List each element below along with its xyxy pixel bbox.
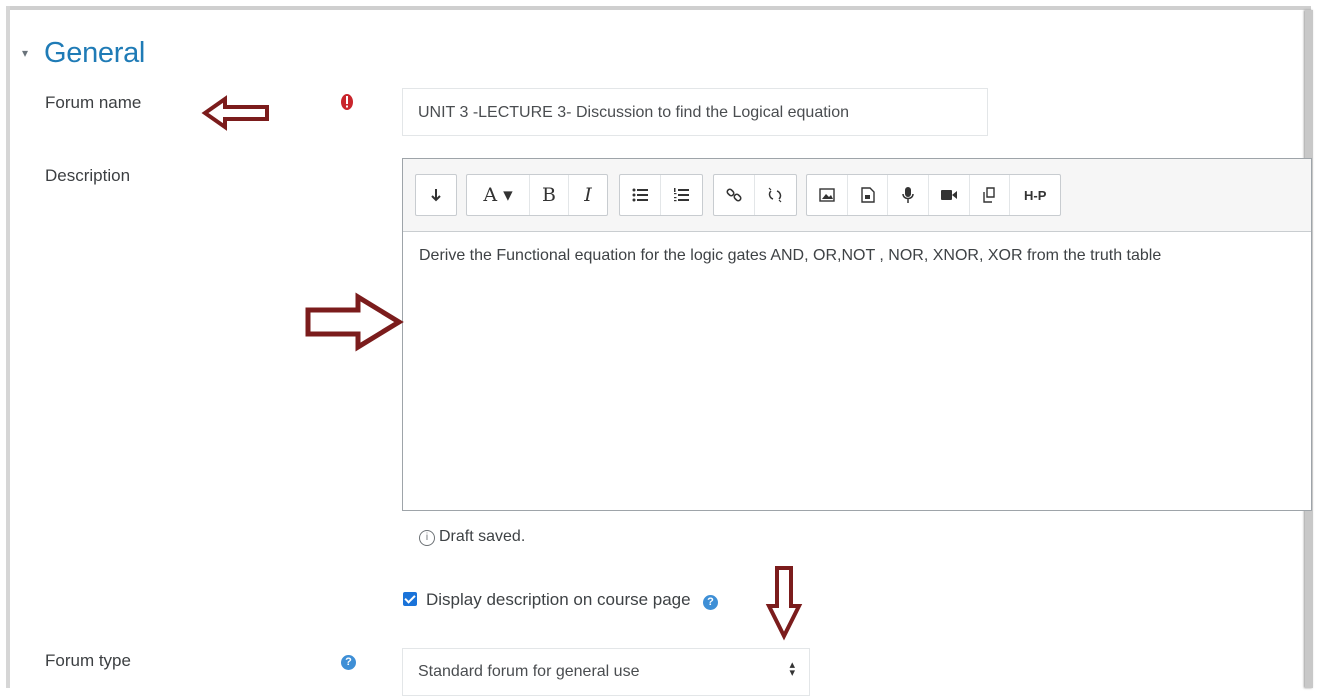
draft-status-text: Draft saved. <box>439 528 526 545</box>
toolbar-group-media: H-P <box>806 174 1061 216</box>
description-editor[interactable]: A ▾ B I H-P Derive the Functional equati… <box>402 158 1312 511</box>
insert-media-icon[interactable] <box>848 175 889 215</box>
draft-status: i Draft saved. <box>419 528 525 546</box>
toolbar-group-text: A ▾ B I <box>466 174 608 216</box>
frame-border-top <box>6 6 1311 10</box>
unordered-list-icon[interactable] <box>620 175 661 215</box>
link-icon[interactable] <box>714 175 755 215</box>
toolbar-group-links <box>713 174 797 216</box>
description-text[interactable]: Derive the Functional equation for the l… <box>419 247 1161 265</box>
insert-image-icon[interactable] <box>807 175 848 215</box>
toolbar-group-lists <box>619 174 703 216</box>
bold-button[interactable]: B <box>530 175 569 215</box>
section-title[interactable]: General <box>44 37 145 70</box>
left-arrow-annotation-icon <box>201 95 269 131</box>
forum-type-help-icon[interactable]: ? <box>341 655 356 670</box>
right-arrow-annotation-icon <box>305 292 404 352</box>
display-description-label[interactable]: Display description on course page <box>426 590 691 610</box>
show-more-buttons-icon[interactable] <box>416 175 456 215</box>
display-description-checkbox[interactable] <box>403 592 417 606</box>
unlink-icon[interactable] <box>755 175 795 215</box>
manage-files-icon[interactable] <box>970 175 1011 215</box>
forum-type-selected: Standard forum for general use <box>418 663 640 680</box>
italic-button[interactable]: I <box>569 175 607 215</box>
forum-type-select[interactable]: Standard forum for general use ▴ ▾ <box>402 648 810 696</box>
frame-border-left <box>6 6 10 688</box>
forum-name-input[interactable]: UNIT 3 -LECTURE 3- Discussion to find th… <box>402 88 988 136</box>
down-arrow-annotation-icon <box>765 566 803 641</box>
description-label: Description <box>45 166 131 185</box>
font-style-button[interactable]: A ▾ <box>467 175 530 215</box>
required-icon <box>340 93 354 111</box>
forum-name-label: Forum name <box>45 93 142 112</box>
select-caret-icon: ▴ ▾ <box>789 659 795 679</box>
h5p-icon[interactable]: H-P <box>1010 175 1060 215</box>
info-icon: i <box>419 530 435 546</box>
forum-type-label: Forum type <box>45 651 131 670</box>
collapse-toggle-icon[interactable]: ▾ <box>22 46 28 60</box>
ordered-list-icon[interactable] <box>661 175 701 215</box>
editor-toolbar: A ▾ B I H-P <box>403 159 1311 232</box>
record-audio-icon[interactable] <box>888 175 930 215</box>
toolbar-group-expand <box>415 174 457 216</box>
help-icon[interactable]: ? <box>703 595 718 610</box>
record-video-icon[interactable] <box>929 175 970 215</box>
